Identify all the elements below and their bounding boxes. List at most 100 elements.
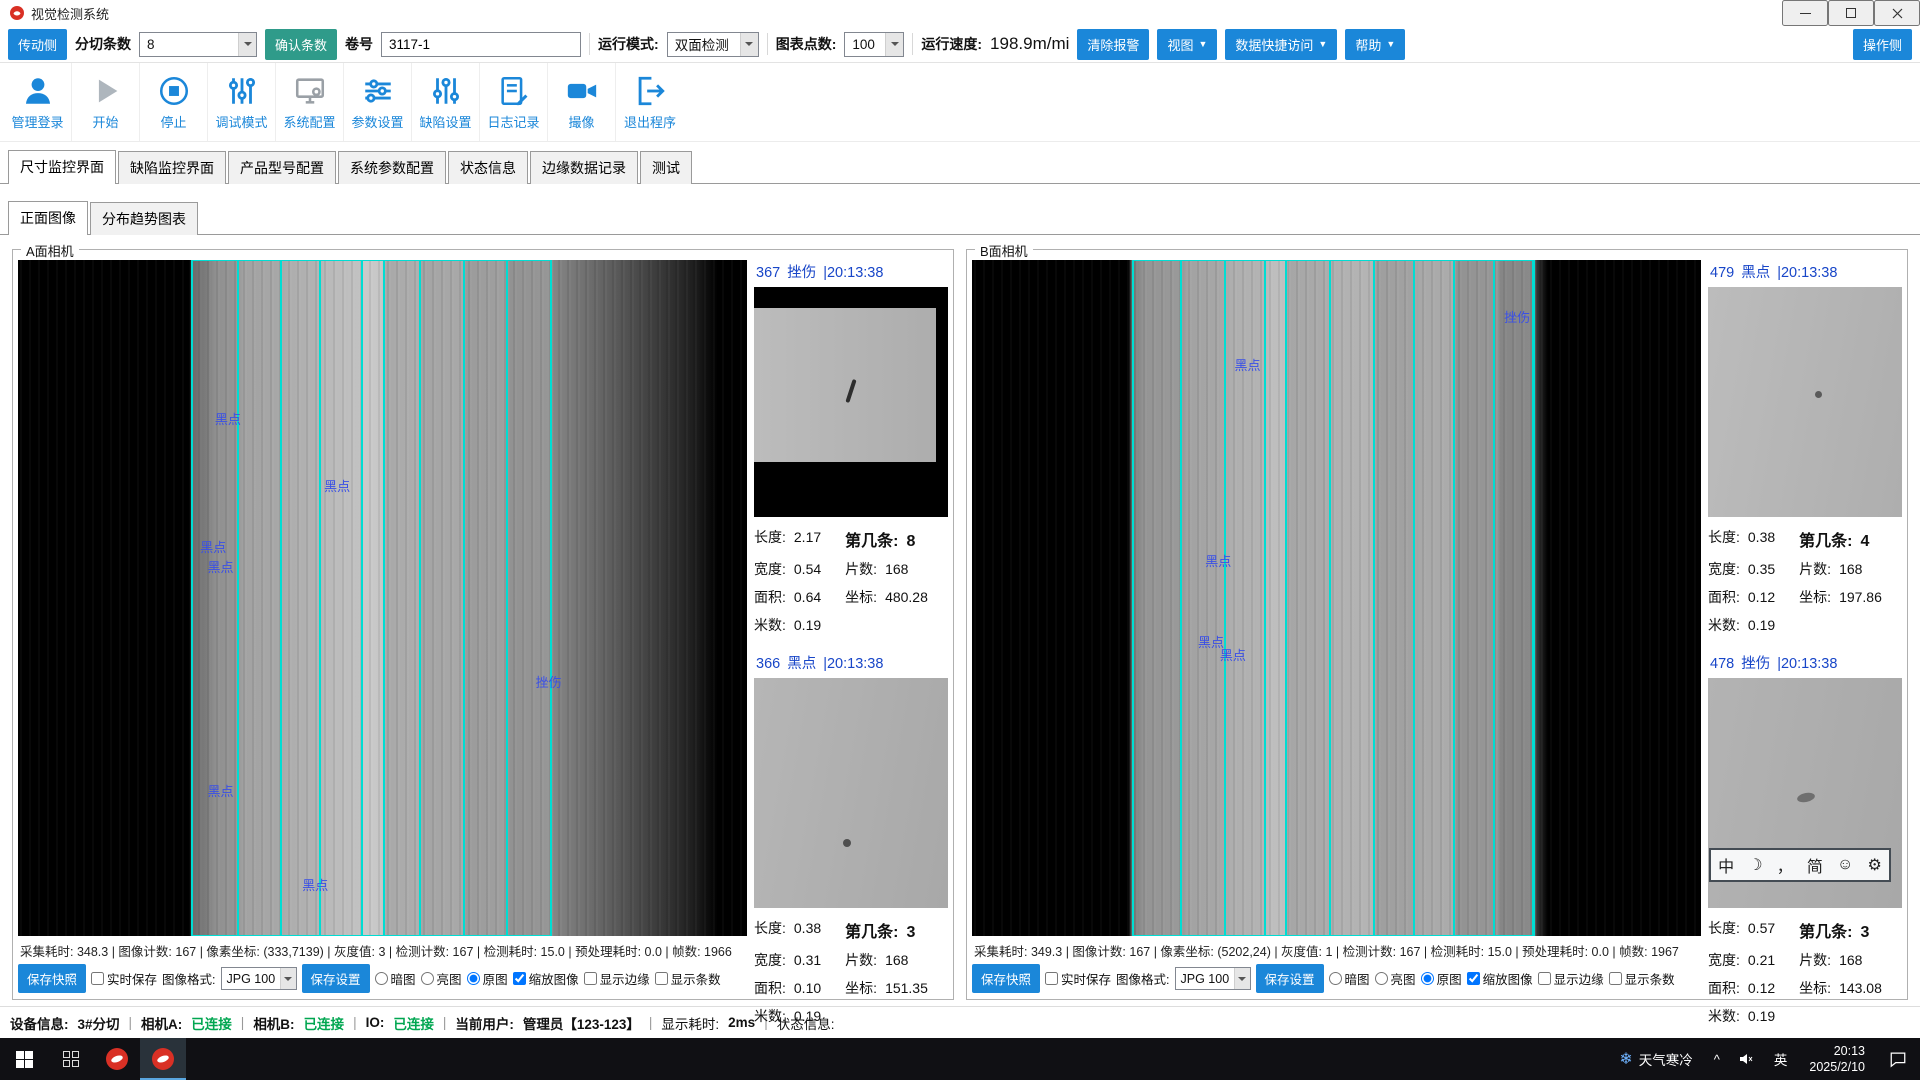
minimize-button[interactable] <box>1782 0 1828 26</box>
dark-image-radio[interactable]: 暗图 <box>1329 969 1370 988</box>
slit-count-select[interactable]: 8 <box>139 32 257 57</box>
zoom-image-input[interactable] <box>1467 972 1480 985</box>
save-settings-button[interactable]: 保存设置 <box>302 964 370 993</box>
camera-image-a: 黑点黑点黑点黑点挫伤黑点黑点 <box>18 260 747 936</box>
maximize-button[interactable] <box>1828 0 1874 26</box>
start-button-taskbar[interactable] <box>0 1038 48 1080</box>
input-language-button[interactable]: 英 <box>1763 1038 1799 1080</box>
exit-icon <box>633 74 667 108</box>
tab-system-param-config[interactable]: 系统参数配置 <box>338 151 446 184</box>
ime-punctuation-toggle[interactable]: ， <box>1777 853 1793 877</box>
main-content: A面相机 黑点黑点黑点黑点挫伤黑点黑点 采集耗时: 348.3 | 图像计数: … <box>0 235 1920 1006</box>
original-image-input[interactable] <box>1421 972 1434 985</box>
close-icon <box>1892 8 1903 19</box>
strip-boundary-line <box>506 260 508 936</box>
ime-simplified-toggle[interactable]: 简 <box>1807 853 1823 877</box>
dark-image-radio[interactable]: 暗图 <box>375 969 416 988</box>
run-mode-select[interactable]: 双面检测 <box>667 32 759 57</box>
show-edge-checkbox[interactable]: 显示边缘 <box>584 969 650 988</box>
ime-emoji-icon[interactable]: ☺ <box>1837 856 1853 874</box>
tab-size-monitor[interactable]: 尺寸监控界面 <box>8 150 116 184</box>
data-quick-access-button[interactable]: 数据快捷访问▼ <box>1225 29 1337 60</box>
stop-button[interactable]: 停止 <box>140 63 208 141</box>
tab-test[interactable]: 测试 <box>640 151 692 184</box>
io-connection-status: 已连接 <box>393 1013 434 1033</box>
show-strips-checkbox[interactable]: 显示条数 <box>1609 969 1675 988</box>
dark-image-input[interactable] <box>375 972 388 985</box>
tab-edge-data-record[interactable]: 边缘数据记录 <box>530 151 638 184</box>
operate-side-button[interactable]: 操作侧 <box>1853 29 1912 60</box>
confirm-strips-button[interactable]: 确认条数 <box>265 29 337 60</box>
show-strips-input[interactable] <box>1609 972 1622 985</box>
drive-side-button[interactable]: 传动侧 <box>8 29 67 60</box>
ime-settings-gear-icon[interactable]: ⚙ <box>1868 855 1882 875</box>
ime-fullwidth-moon-icon[interactable]: ☽ <box>1748 855 1762 875</box>
zoom-image-checkbox[interactable]: 缩放图像 <box>1467 969 1533 988</box>
bright-image-radio[interactable]: 亮图 <box>421 969 462 988</box>
main-tab-strip: 尺寸监控界面 缺陷监控界面 产品型号配置 系统参数配置 状态信息 边缘数据记录 … <box>0 142 1920 184</box>
realtime-save-input[interactable] <box>1045 972 1058 985</box>
log-record-button[interactable]: 日志记录 <box>480 63 548 141</box>
realtime-save-input[interactable] <box>91 972 104 985</box>
tab-front-image[interactable]: 正面图像 <box>8 201 88 235</box>
save-settings-button[interactable]: 保存设置 <box>1256 964 1324 993</box>
stat-length: 长度:2.17 <box>754 523 845 555</box>
defect-label: 黑点 <box>215 409 241 428</box>
roll-number-input[interactable] <box>381 32 581 57</box>
save-snapshot-button[interactable]: 保存快照 <box>972 964 1040 993</box>
app-statusbar: 设备信息: 3#分切 | 相机A: 已连接 | 相机B: 已连接 | IO: 已… <box>0 1006 1920 1038</box>
start-button[interactable]: 开始 <box>72 63 140 141</box>
close-button[interactable] <box>1874 0 1920 26</box>
defect-id: 478 <box>1710 656 1734 672</box>
bright-image-radio[interactable]: 亮图 <box>1375 969 1416 988</box>
defect-card: 367 挫伤 |20:13:38 长度:2.17 第几条:8 宽度:0.54 片… <box>754 260 948 639</box>
realtime-save-checkbox[interactable]: 实时保存 <box>1045 969 1111 988</box>
dark-image-input[interactable] <box>1329 972 1342 985</box>
original-image-radio[interactable]: 原图 <box>1421 969 1462 988</box>
bright-image-label: 亮图 <box>437 969 462 988</box>
ime-lang-toggle[interactable]: 中 <box>1718 853 1734 877</box>
zoom-image-checkbox[interactable]: 缩放图像 <box>513 969 579 988</box>
clock-widget[interactable]: 20:13 2025/2/10 <box>1798 1038 1876 1080</box>
weather-widget[interactable]: ❄ 天气寒冷 <box>1607 1038 1704 1080</box>
volume-button[interactable] <box>1729 1038 1763 1080</box>
taskbar-app-button[interactable] <box>94 1038 140 1080</box>
taskbar-app-button-active[interactable] <box>140 1038 186 1080</box>
tray-expand-chevron[interactable]: ^ <box>1705 1038 1729 1080</box>
capture-button[interactable]: 撮像 <box>548 63 616 141</box>
tab-product-model-config[interactable]: 产品型号配置 <box>228 151 336 184</box>
chart-points-select[interactable]: 100 <box>844 32 904 57</box>
task-view-button[interactable] <box>48 1038 94 1080</box>
zoom-image-input[interactable] <box>513 972 526 985</box>
tab-defect-monitor[interactable]: 缺陷监控界面 <box>118 151 226 184</box>
defect-settings-button[interactable]: 缺陷设置 <box>412 63 480 141</box>
save-snapshot-button[interactable]: 保存快照 <box>18 964 86 993</box>
notification-center-button[interactable] <box>1876 1038 1920 1080</box>
param-settings-button[interactable]: 参数设置 <box>344 63 412 141</box>
help-menu-button[interactable]: 帮助▼ <box>1345 29 1405 60</box>
realtime-save-checkbox[interactable]: 实时保存 <box>91 969 157 988</box>
debug-mode-button[interactable]: 调试模式 <box>208 63 276 141</box>
image-format-select[interactable]: JPG 100 <box>1175 967 1251 990</box>
image-format-select[interactable]: JPG 100 <box>221 967 297 990</box>
show-edge-checkbox[interactable]: 显示边缘 <box>1538 969 1604 988</box>
clear-alarm-button[interactable]: 清除报警 <box>1077 29 1149 60</box>
show-strips-checkbox[interactable]: 显示条数 <box>655 969 721 988</box>
original-image-radio[interactable]: 原图 <box>467 969 508 988</box>
admin-login-button[interactable]: 管理登录 <box>4 63 72 141</box>
bright-image-input[interactable] <box>421 972 434 985</box>
strip-frame <box>191 260 551 936</box>
defect-id: 366 <box>756 656 780 672</box>
original-image-input[interactable] <box>467 972 480 985</box>
system-config-button[interactable]: 系统配置 <box>276 63 344 141</box>
show-strips-input[interactable] <box>655 972 668 985</box>
exit-program-button[interactable]: 退出程序 <box>616 63 684 141</box>
stat-width: 宽度:0.54 <box>754 555 845 583</box>
tab-distribution-trend[interactable]: 分布趋势图表 <box>90 202 198 235</box>
bright-image-input[interactable] <box>1375 972 1388 985</box>
view-menu-button[interactable]: 视图▼ <box>1157 29 1217 60</box>
tab-status-info[interactable]: 状态信息 <box>448 151 528 184</box>
show-edge-input[interactable] <box>584 972 597 985</box>
show-edge-input[interactable] <box>1538 972 1551 985</box>
show-edge-label: 显示边缘 <box>600 969 650 988</box>
